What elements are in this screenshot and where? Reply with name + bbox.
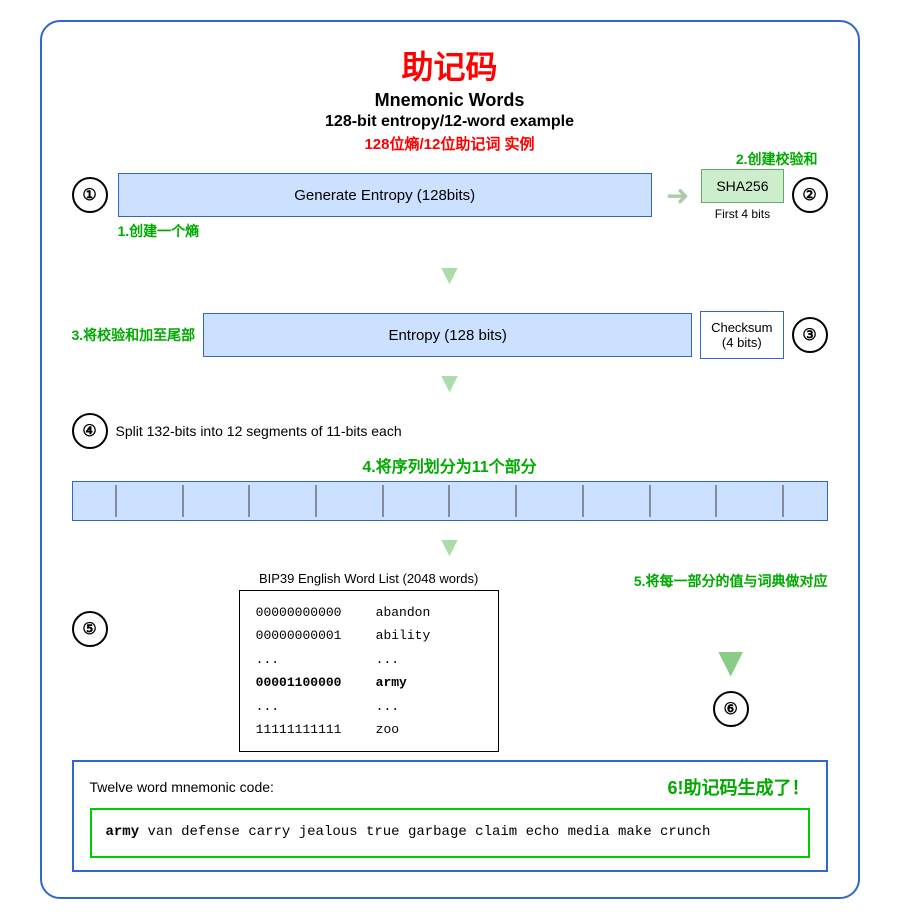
step6-circle: ⑥ — [713, 691, 749, 727]
bip39-word-army: army — [376, 671, 407, 694]
bip39-word-dots1: ... — [376, 648, 399, 671]
seg-div-9 — [649, 485, 651, 517]
seg-div-5 — [382, 485, 384, 517]
seg-div-7 — [515, 485, 517, 517]
label-6-cn: 6!助记码生成了！ — [667, 774, 809, 800]
mnemonic-section: Twelve word mnemonic code: 6!助记码生成了！ arm… — [72, 760, 828, 871]
bip39-bits-1: 00000000001 — [256, 624, 366, 647]
bip39-row-zoo: 11111111111 zoo — [256, 718, 482, 741]
seg-div-6 — [448, 485, 450, 517]
row-step5: ⑤ BIP39 English Word List (2048 words) 0… — [72, 571, 828, 752]
entropy-box: Generate Entropy (128bits) — [118, 173, 652, 217]
step3-circle: ③ — [792, 317, 828, 353]
seg-div-10 — [715, 485, 717, 517]
mnemonic-title: Twelve word mnemonic code: — [90, 779, 274, 795]
right-col: 5.将每一部分的值与词典做对应 ▼ ⑥ — [634, 571, 828, 727]
bip39-row-dots1: ... ... — [256, 648, 482, 671]
mnemonic-header: Twelve word mnemonic code: 6!助记码生成了！ — [90, 774, 810, 800]
checksum-label: Checksum(4 bits) — [711, 320, 772, 350]
bip39-container: BIP39 English Word List (2048 words) 000… — [120, 571, 618, 752]
row-step4-text: ④ Split 132-bits into 12 segments of 11-… — [72, 413, 828, 449]
bip39-row-army: 00001100000 army — [256, 671, 482, 694]
seg-div-8 — [582, 485, 584, 517]
seg-div-11 — [782, 485, 784, 517]
bip39-label: BIP39 English Word List (2048 words) — [259, 571, 478, 586]
label-4-cn: 4.将序列划分为11个部分 — [72, 453, 828, 477]
first4bits: First 4 bits — [715, 207, 770, 221]
mnemonic-code-box: army van defense carry jealous true garb… — [90, 808, 810, 857]
checksum-box: Checksum(4 bits) — [700, 311, 783, 359]
mnemonic-first-word: army — [106, 824, 140, 840]
sha256-box: SHA256 — [701, 169, 783, 203]
bip39-box: 00000000000 abandon 00000000001 ability … — [239, 590, 499, 752]
bip39-bits-zoo: 11111111111 — [256, 718, 366, 741]
arrow-right-1: ➜ — [666, 179, 689, 212]
label-5-cn: 5.将每一部分的值与词典做对应 — [634, 571, 828, 591]
seg-div-1 — [115, 485, 117, 517]
bip39-bits-0: 00000000000 — [256, 601, 366, 624]
seg-div-3 — [248, 485, 250, 517]
seg-div-2 — [182, 485, 184, 517]
split-text: Split 132-bits into 12 segments of 11-bi… — [116, 423, 402, 439]
arrow-to-step6: ▼ — [710, 641, 752, 683]
bip39-word-0: abandon — [376, 601, 431, 624]
bip39-bits-dots2: ... — [256, 695, 366, 718]
label-2-checksum: 2.创建校验和 — [736, 149, 818, 169]
bip39-bits-dots1: ... — [256, 648, 366, 671]
title-en: Mnemonic Words — [72, 90, 828, 111]
step1-circle: ① — [72, 177, 108, 213]
row-step1: 2.创建校验和 ① Generate Entropy (128bits) ➜ S… — [72, 169, 828, 221]
bip39-row-1: 00000000001 ability — [256, 624, 482, 647]
bip39-row-0: 00000000000 abandon — [256, 601, 482, 624]
arrow-down-2: ▼ — [72, 367, 828, 399]
arrow-down-1: ▼ — [72, 259, 828, 291]
subtitle-en: 128-bit entropy/12-word example — [72, 113, 828, 131]
label-1-create: 1.创建一个熵 — [118, 221, 200, 241]
bip39-word-zoo: zoo — [376, 718, 399, 741]
bip39-row-dots2: ... ... — [256, 695, 482, 718]
step5-circle: ⑤ — [72, 611, 108, 647]
step4-circle: ④ — [72, 413, 108, 449]
main-container: 助记码 Mnemonic Words 128-bit entropy/12-wo… — [40, 20, 860, 899]
step2-group: SHA256 First 4 bits — [701, 169, 783, 221]
entropy128-box: Entropy (128 bits) — [203, 313, 692, 357]
label-3: 3.将校验和加至尾部 — [72, 325, 196, 345]
bip39-bits-army: 00001100000 — [256, 671, 366, 694]
subtitle-cn: 128位熵/12位助记词 实例 — [72, 133, 828, 154]
bip39-word-dots2: ... — [376, 695, 399, 718]
title-cn: 助记码 — [72, 42, 828, 88]
bip39-word-1: ability — [376, 624, 431, 647]
seg-div-4 — [315, 485, 317, 517]
segments-bar — [72, 481, 828, 521]
row-step3: 3.将校验和加至尾部 Entropy (128 bits) Checksum(4… — [72, 311, 828, 359]
arrow-down-3: ▼ — [72, 531, 828, 563]
step2-circle: ② — [792, 177, 828, 213]
mnemonic-rest: van defense carry jealous true garbage c… — [139, 824, 710, 840]
